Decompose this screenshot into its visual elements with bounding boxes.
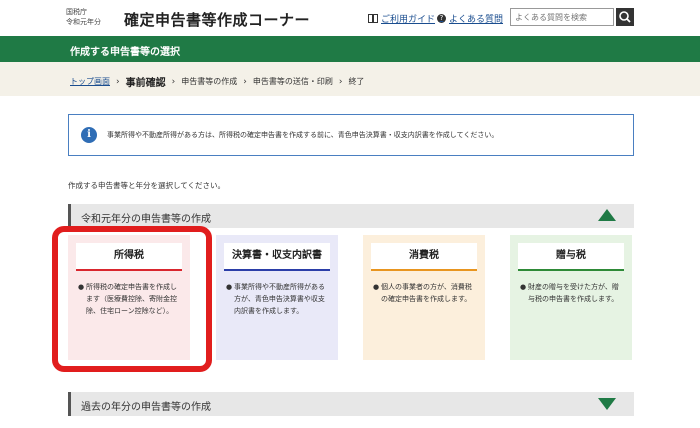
- card-settlement[interactable]: 決算書・収支内訳書 ● 事業所得や不動産所得がある方が、青色申告決算書や収支内訳…: [216, 235, 338, 360]
- guide-link[interactable]: ご利用ガイド: [368, 12, 435, 25]
- notice-text: 事業所得や不動産所得がある方は、所得税の確定申告書を作成する前に、青色申告決算書…: [107, 131, 499, 139]
- breadcrumb-top-link[interactable]: トップ画面: [70, 76, 110, 87]
- breadcrumb-step-create: 申告書等の作成: [181, 77, 238, 86]
- breadcrumb: トップ画面 › 事前確認 › 申告書等の作成 › 申告書等の送信・印刷 › 終了: [70, 74, 365, 90]
- header: 国税庁 令和元年分 確定申告書等作成コーナー ご利用ガイド ? よくある質問: [0, 0, 700, 36]
- breadcrumb-bar: トップ画面 › 事前確認 › 申告書等の作成 › 申告書等の送信・印刷 › 終了: [0, 62, 700, 96]
- site-title: 確定申告書等作成コーナー: [124, 11, 311, 29]
- page-heading-bar: 作成する申告書等の選択: [0, 36, 700, 62]
- bullet-icon: ●: [520, 283, 527, 291]
- triangle-down-icon[interactable]: [598, 398, 616, 410]
- section-current-year-title: 令和元年分の申告書等の作成: [81, 214, 211, 225]
- card-consumption-tax[interactable]: 消費税 ● 個人の事業者の方が、消費税の確定申告書を作成します。: [363, 235, 485, 360]
- breadcrumb-step-finish: 終了: [348, 77, 365, 86]
- breadcrumb-current-step: 事前確認: [125, 78, 166, 89]
- agency-name: 国税庁: [66, 8, 87, 16]
- bullet-icon: ●: [373, 283, 380, 291]
- section-current-year[interactable]: 令和元年分の申告書等の作成: [68, 204, 634, 228]
- card-gift-tax[interactable]: 贈与税 ● 財産の贈与を受けた方が、贈与税の申告書を作成します。: [510, 235, 632, 360]
- section-past-years[interactable]: 過去の年分の申告書等の作成: [68, 392, 634, 416]
- faq-link-label: よくある質問: [449, 15, 504, 25]
- bullet-icon: ●: [226, 283, 233, 291]
- search-icon: [619, 11, 631, 23]
- agency-label: 国税庁 令和元年分: [66, 7, 101, 27]
- breadcrumb-step-send-print: 申告書等の送信・印刷: [252, 77, 333, 86]
- breadcrumb-separator: ›: [171, 76, 176, 87]
- highlight-frame: [52, 226, 212, 372]
- card-consumption-tax-title: 消費税: [371, 243, 477, 271]
- breadcrumb-separator: ›: [338, 76, 343, 87]
- search-button[interactable]: [616, 8, 634, 26]
- breadcrumb-separator: ›: [243, 76, 247, 87]
- instruction-text: 作成する申告書等と年分を選択してください。: [68, 181, 226, 190]
- card-settlement-text: 事業所得や不動産所得がある方が、青色申告決算書や収支内訳書を作成します。: [234, 283, 325, 315]
- card-gift-tax-description: ● 財産の贈与を受けた方が、贈与税の申告書を作成します。: [520, 281, 624, 305]
- page-title: 作成する申告書等の選択: [70, 47, 180, 58]
- guide-link-label: ご利用ガイド: [381, 15, 436, 25]
- notice-box: i 事業所得や不動産所得がある方は、所得税の確定申告書を作成する前に、青色申告決…: [68, 114, 634, 156]
- card-consumption-tax-text: 個人の事業者の方が、消費税の確定申告書を作成します。: [381, 283, 472, 303]
- card-settlement-description: ● 事業所得や不動産所得がある方が、青色申告決算書や収支内訳書を作成します。: [226, 281, 330, 317]
- faq-link[interactable]: ? よくある質問: [437, 12, 503, 25]
- card-gift-tax-text: 財産の贈与を受けた方が、贈与税の申告書を作成します。: [528, 283, 619, 303]
- card-settlement-title: 決算書・収支内訳書: [224, 243, 330, 271]
- faq-search-input[interactable]: [510, 8, 614, 26]
- book-icon: [368, 14, 378, 23]
- info-icon: i: [81, 127, 97, 143]
- card-gift-tax-title: 贈与税: [518, 243, 624, 271]
- question-icon: ?: [437, 14, 446, 23]
- section-past-years-title: 過去の年分の申告書等の作成: [81, 402, 211, 413]
- card-consumption-tax-description: ● 個人の事業者の方が、消費税の確定申告書を作成します。: [373, 281, 477, 305]
- breadcrumb-separator: ›: [116, 76, 120, 87]
- tax-year-label: 令和元年分: [66, 18, 101, 26]
- triangle-up-icon[interactable]: [598, 209, 616, 221]
